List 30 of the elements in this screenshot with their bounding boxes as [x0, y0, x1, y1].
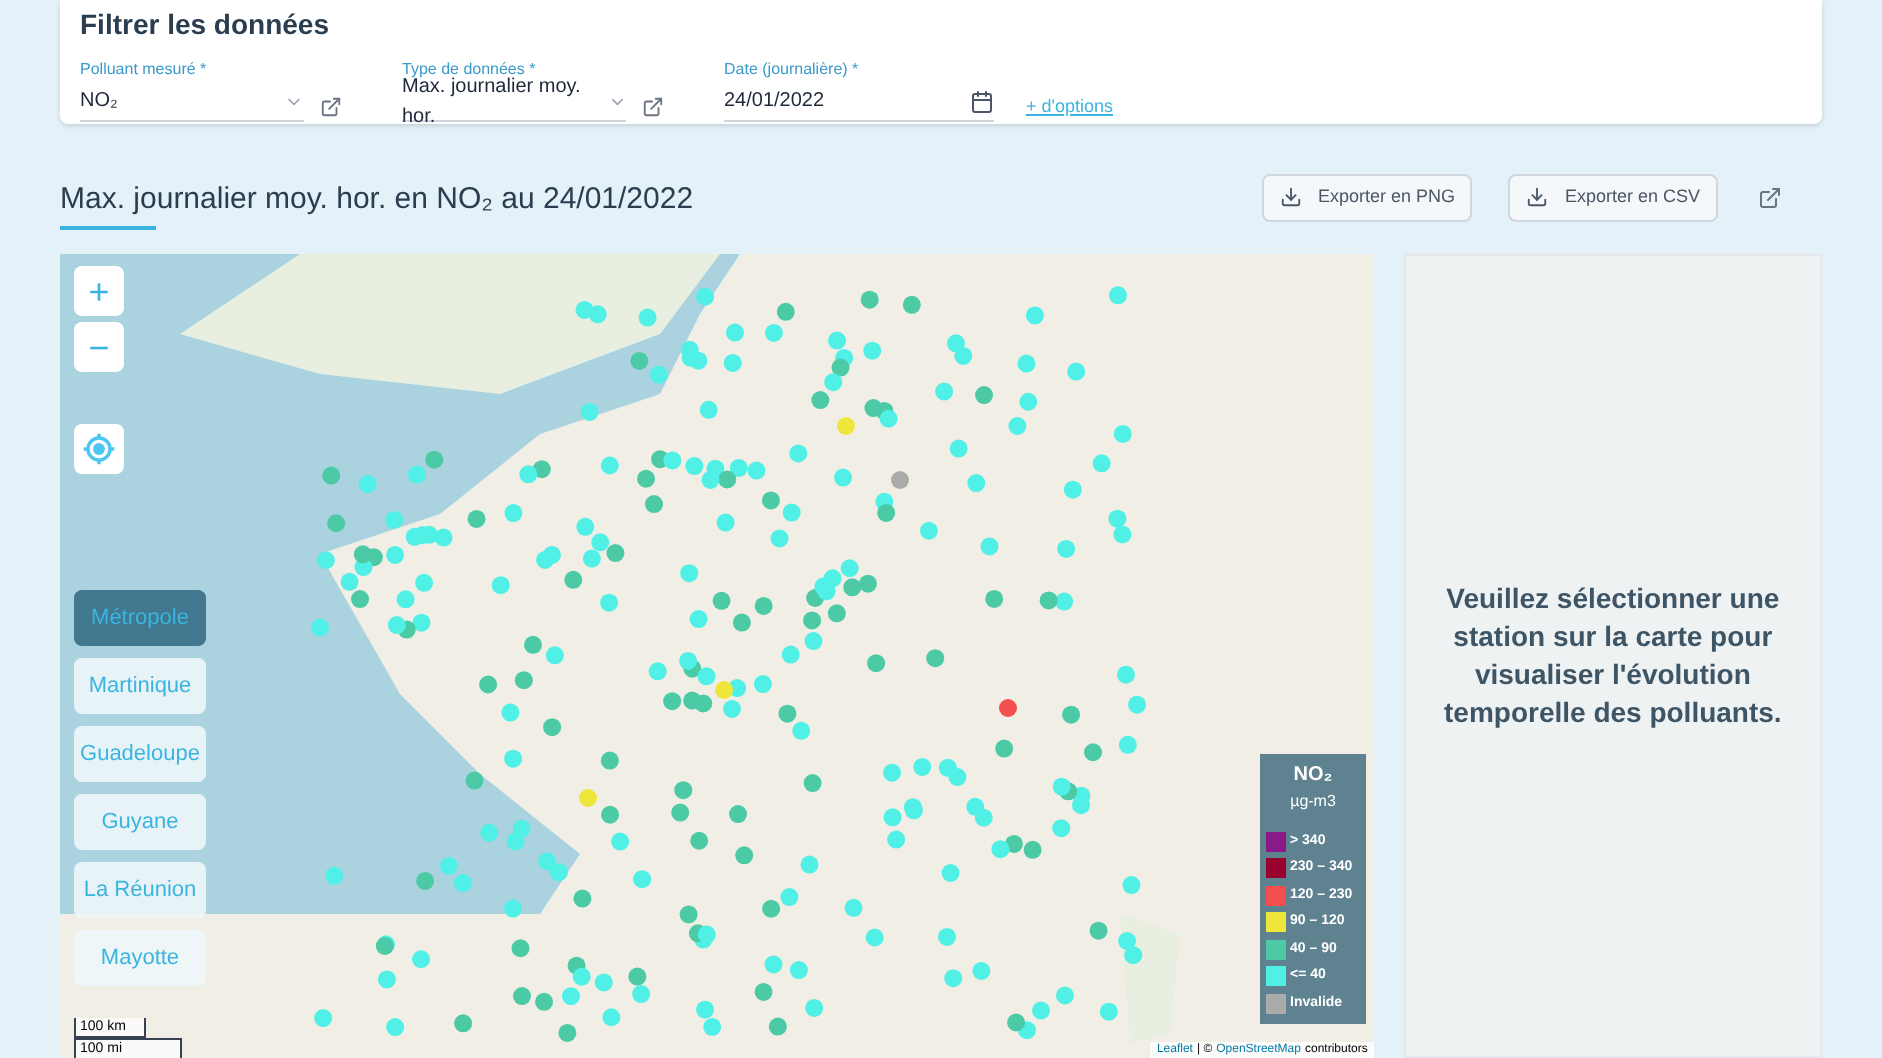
download-icon: [1526, 186, 1549, 208]
field-label: Polluant mesuré *: [80, 58, 209, 82]
region-button[interactable]: Guyane: [74, 794, 206, 850]
legend-title: NO₂: [1293, 762, 1333, 790]
locate-icon: [82, 432, 116, 466]
select-field[interactable]: Max. journalier moy. hor.: [402, 82, 626, 122]
region-button[interactable]: Guadeloupe: [74, 726, 206, 782]
export-button[interactable]: Exporter en PNG: [1261, 173, 1473, 221]
zoom-in-button[interactable]: +: [74, 266, 124, 316]
open-icon[interactable]: [1758, 185, 1782, 209]
field-label: Type de données *: [402, 58, 538, 78]
open-icon[interactable]: [642, 96, 664, 118]
legend-unit: µg-m3: [1290, 790, 1336, 814]
open-icon[interactable]: [320, 96, 342, 118]
region-button[interactable]: Martinique: [74, 658, 206, 714]
region-button[interactable]: Métropole: [74, 590, 206, 646]
select-field[interactable]: NO₂: [80, 82, 304, 122]
region-button[interactable]: Mayotte: [74, 930, 206, 986]
more-options-link[interactable]: + d'options: [1026, 93, 1114, 120]
export-button[interactable]: Exporter en CSV: [1508, 173, 1718, 221]
field-label: Date (journalière) *: [724, 58, 861, 82]
map-title: Max. journalier moy. hor. en NO₂ au 24/01/2022: [60, 179, 694, 219]
side-panel-message: Veuillez sélectionner une station sur la carte pour visualiser l'évolution temporelle des polluants.: [1442, 580, 1784, 732]
zoom-out-button[interactable]: −: [74, 322, 124, 372]
calendar-icon[interactable]: [970, 89, 994, 113]
download-icon: [1279, 186, 1302, 208]
filter-title: Filtrer les données: [80, 6, 331, 44]
date-field[interactable]: 24/01/2022: [724, 82, 994, 122]
region-button[interactable]: La Réunion: [74, 862, 206, 918]
title-underline: [60, 226, 156, 230]
